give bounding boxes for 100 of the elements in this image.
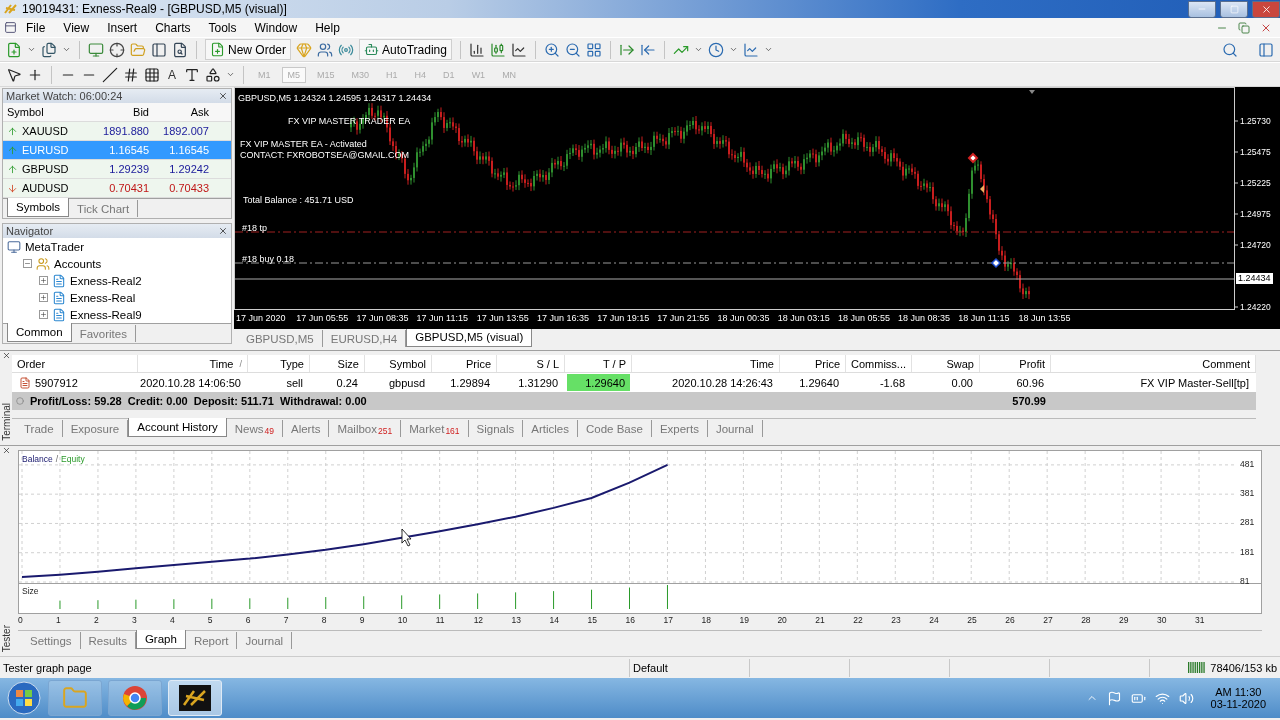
tile-windows-icon[interactable]: [585, 41, 602, 58]
new-order-button[interactable]: New Order: [205, 39, 291, 60]
trendline-icon[interactable]: [102, 66, 118, 83]
clock-icon[interactable]: [707, 41, 724, 58]
minimize-button[interactable]: [1188, 0, 1216, 18]
tab[interactable]: Report: [185, 632, 238, 649]
maximize-button[interactable]: [1220, 0, 1248, 18]
autotrading-button[interactable]: AutoTrading: [359, 39, 452, 60]
column-header[interactable]: Comment: [1051, 355, 1256, 372]
tab[interactable]: Graph: [135, 630, 186, 649]
tab[interactable]: Symbols: [7, 198, 70, 217]
symbol-row[interactable]: XAUUSD 1891.880 1892.007: [3, 122, 231, 141]
close-icon[interactable]: [218, 226, 228, 236]
collapse-icon[interactable]: [23, 259, 32, 268]
market-watch-icon[interactable]: [88, 41, 104, 58]
caret-icon[interactable]: [226, 70, 235, 79]
expand-icon[interactable]: [39, 310, 48, 319]
price-chart[interactable]: [234, 87, 1280, 329]
tab[interactable]: Articles: [523, 420, 578, 437]
tab[interactable]: Signals: [468, 420, 524, 437]
profiles-icon[interactable]: [41, 41, 57, 58]
menu-item[interactable]: File: [17, 20, 55, 35]
tab[interactable]: Trade: [16, 420, 63, 437]
tab[interactable]: Common: [7, 323, 72, 342]
shapes-icon[interactable]: [205, 66, 221, 83]
column-header[interactable]: Symbol: [365, 355, 432, 372]
chart-window-icon[interactable]: [4, 21, 17, 34]
caret-icon[interactable]: [27, 45, 36, 54]
column-header[interactable]: T / P: [565, 355, 632, 372]
fibonacci-icon[interactable]: [144, 66, 160, 83]
channel-icon[interactable]: [123, 66, 139, 83]
expand-icon[interactable]: [39, 293, 48, 302]
zoom-in-icon[interactable]: [543, 41, 560, 58]
column-header[interactable]: Time /: [138, 355, 248, 372]
column-header[interactable]: Commiss...: [846, 355, 912, 372]
tab[interactable]: Account History: [128, 418, 227, 437]
magnifier-document-icon[interactable]: [172, 41, 188, 58]
tab[interactable]: Code Base: [578, 420, 652, 437]
symbol-row[interactable]: GBPUSD 1.29239 1.29242: [3, 160, 231, 179]
text-tool[interactable]: A: [165, 67, 179, 82]
close-button[interactable]: [1252, 0, 1280, 18]
tree-item[interactable]: Accounts: [54, 257, 102, 270]
tab[interactable]: Experts: [651, 420, 708, 437]
tree-item[interactable]: Exness-Real: [70, 291, 136, 304]
column-header[interactable]: Size: [310, 355, 365, 372]
column-header[interactable]: Type: [248, 355, 310, 372]
menu-item[interactable]: Insert: [98, 20, 147, 35]
column-header[interactable]: Ask: [153, 106, 213, 118]
column-header[interactable]: Swap: [912, 355, 980, 372]
column-header[interactable]: Price: [432, 355, 497, 372]
caret-icon[interactable]: [693, 45, 703, 54]
menu-item[interactable]: Tools: [199, 20, 246, 35]
tab[interactable]: GBPUSD,M5: [238, 330, 323, 347]
column-header[interactable]: Symbol: [3, 106, 93, 118]
caret-icon[interactable]: [763, 45, 773, 54]
panel-icon[interactable]: [151, 41, 167, 58]
new-chart-icon[interactable]: [6, 41, 22, 58]
search-icon[interactable]: [1222, 41, 1238, 58]
action-center-icon[interactable]: [1106, 690, 1122, 706]
bar-chart-icon[interactable]: [468, 41, 485, 58]
tab[interactable]: Journal: [237, 632, 293, 649]
tab[interactable]: Tick Chart: [69, 200, 139, 217]
menu-item[interactable]: Help: [306, 20, 349, 35]
volume-icon[interactable]: [1178, 690, 1194, 706]
close-icon[interactable]: [218, 91, 228, 101]
text-label-icon[interactable]: [184, 66, 200, 83]
column-header[interactable]: Bid: [93, 106, 153, 118]
folder-icon[interactable]: [130, 41, 146, 58]
column-header[interactable]: Order: [12, 355, 138, 372]
tab[interactable]: Results: [80, 632, 136, 649]
menu-item[interactable]: Window: [245, 20, 307, 35]
expand-icon[interactable]: [39, 276, 48, 285]
caret-icon[interactable]: [728, 45, 738, 54]
tab[interactable]: Settings: [22, 632, 81, 649]
tree-item[interactable]: MetaTrader: [25, 240, 84, 253]
people-icon[interactable]: [317, 41, 333, 58]
line-chart-icon[interactable]: [510, 41, 527, 58]
menu-item[interactable]: View: [54, 20, 99, 35]
tab[interactable]: Alerts: [283, 420, 330, 437]
zoom-out-icon[interactable]: [564, 41, 581, 58]
templates-icon[interactable]: [742, 41, 759, 58]
restore-icon[interactable]: [1238, 21, 1250, 34]
tab[interactable]: Favorites: [71, 325, 136, 342]
column-header[interactable]: Profit: [980, 355, 1051, 372]
tab[interactable]: Journal: [707, 420, 763, 437]
close-icon[interactable]: [1, 351, 11, 360]
menu-item[interactable]: Charts: [146, 20, 200, 35]
symbol-row[interactable]: AUDUSD 0.70431 0.70433: [3, 179, 231, 198]
column-header[interactable]: Time: [632, 355, 780, 372]
pane-icon[interactable]: [1258, 41, 1274, 58]
caret-icon[interactable]: [62, 45, 71, 54]
close-icon[interactable]: [1, 446, 11, 455]
column-header[interactable]: S / L: [497, 355, 565, 372]
column-header[interactable]: Price: [780, 355, 846, 372]
candlestick-icon[interactable]: [489, 41, 506, 58]
cursor-icon[interactable]: [6, 66, 22, 83]
crosshair-icon[interactable]: [109, 41, 125, 58]
tree-item[interactable]: Exness-Real9: [70, 308, 142, 321]
start-button[interactable]: [6, 680, 42, 716]
tree-item[interactable]: Exness-Real2: [70, 274, 142, 287]
